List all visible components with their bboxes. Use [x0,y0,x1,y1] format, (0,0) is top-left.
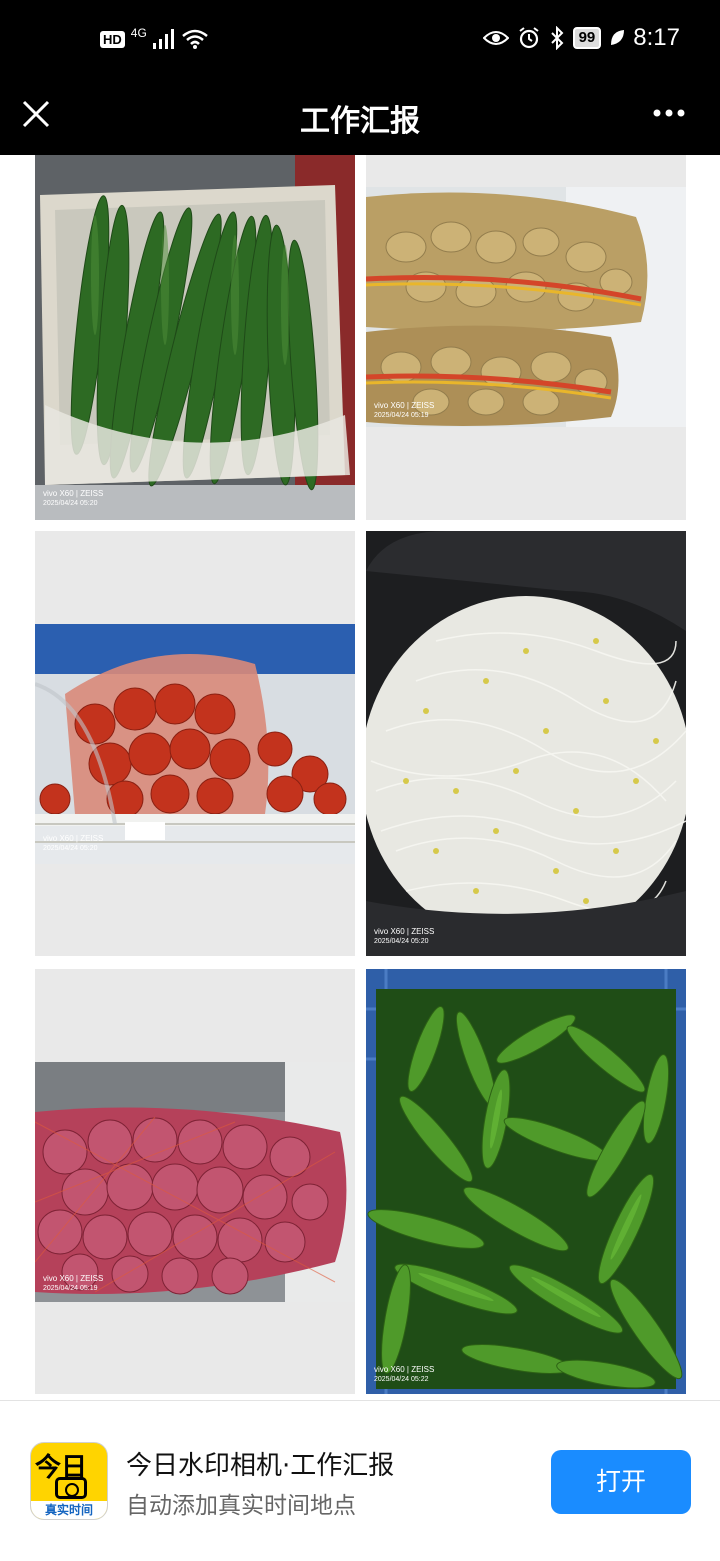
photo-potatoes[interactable]: vivo X60 | ZEISS 2025/04/24 05:19 [366,187,686,427]
photo-watermark: vivo X60 | ZEISS 2025/04/24 05:20 [43,834,103,854]
photo-watermark: vivo X60 | ZEISS 2025/04/24 05:20 [374,927,434,947]
photo-bean-sprouts[interactable]: vivo X60 | ZEISS 2025/04/24 05:20 [366,531,686,956]
watermark-datetime: 2025/04/24 05:22 [374,1376,429,1383]
photo-tomatoes[interactable]: vivo X60 | ZEISS 2025/04/24 05:20 [35,624,355,864]
status-right: 99 8:17 [482,24,680,52]
leaf-icon [611,30,625,45]
photo-cell[interactable]: vivo X60 | ZEISS 2025/04/24 05:19 [35,969,355,1394]
photo-watermark: vivo X60 | ZEISS 2025/04/24 05:19 [374,401,434,421]
clock: 8:17 [633,24,680,51]
photo-green-peppers[interactable]: vivo X60 | ZEISS 2025/04/24 05:22 [366,969,686,1394]
watermark-datetime: 2025/04/24 05:20 [43,500,98,507]
watermark-device: vivo X60 | ZEISS [43,834,104,843]
eye-icon [482,31,509,45]
photo-cell[interactable]: vivo X60 | ZEISS 2025/04/24 05:20 [366,531,686,956]
camera-icon [55,1477,87,1499]
watermark-datetime: 2025/04/24 05:20 [43,845,98,852]
watermark-datetime: 2025/04/24 05:20 [374,938,429,945]
photo-cell[interactable]: vivo X60 | ZEISS 2025/04/24 05:20 [35,531,355,956]
status-left: HD 4G [100,26,209,50]
photo-watermark: vivo X60 | ZEISS 2025/04/24 05:22 [374,1365,434,1385]
watermark-device: vivo X60 | ZEISS [374,401,435,410]
photo-cell[interactable]: vivo X60 | ZEISS 2025/04/24 05:19 [366,155,686,520]
watermark-device: vivo X60 | ZEISS [374,927,435,936]
bluetooth-icon [550,26,564,50]
wifi-icon [181,29,208,49]
app-description: 自动添加真实时间地点 [126,1493,356,1519]
photo-onions[interactable]: vivo X60 | ZEISS 2025/04/24 05:19 [35,1062,355,1302]
open-button[interactable]: 打开 [551,1450,691,1514]
watermark-datetime: 2025/04/24 05:19 [374,412,429,419]
signal-icon [152,29,174,49]
watermark-device: vivo X60 | ZEISS [43,1274,104,1283]
alarm-icon [518,27,539,49]
photo-cell[interactable]: vivo X60 | ZEISS 2025/04/24 05:20 [35,155,355,520]
app-promo-banner: 今日 真实时间 今日水印相机·工作汇报 自动添加真实时间地点 打开 [0,1400,720,1561]
app-icon-caption: 真实时间 [31,1501,107,1519]
network-label: 4G [130,26,147,40]
nav-bar: 工作汇报 [0,82,720,155]
photo-watermark: vivo X60 | ZEISS 2025/04/24 05:20 [43,489,103,509]
more-icon[interactable] [652,108,686,118]
status-bar: HD 4G 99 8:17 [0,0,720,82]
watermark-datetime: 2025/04/24 05:19 [43,1285,98,1292]
app-name: 今日水印相机·工作汇报 [126,1451,395,1481]
page-title: 工作汇报 [300,104,420,139]
photo-grid: vivo X60 | ZEISS 2025/04/24 05:20 vivo X… [0,155,720,1400]
app-icon[interactable]: 今日 真实时间 [30,1442,108,1520]
watermark-device: vivo X60 | ZEISS [374,1365,435,1374]
photo-cucumbers[interactable]: vivo X60 | ZEISS 2025/04/24 05:20 [35,155,355,520]
photo-cell[interactable]: vivo X60 | ZEISS 2025/04/24 05:22 [366,969,686,1394]
photo-watermark: vivo X60 | ZEISS 2025/04/24 05:19 [43,1274,103,1294]
hd-badge: HD [100,30,125,48]
battery-indicator: 99 [572,27,602,49]
watermark-device: vivo X60 | ZEISS [43,489,104,498]
